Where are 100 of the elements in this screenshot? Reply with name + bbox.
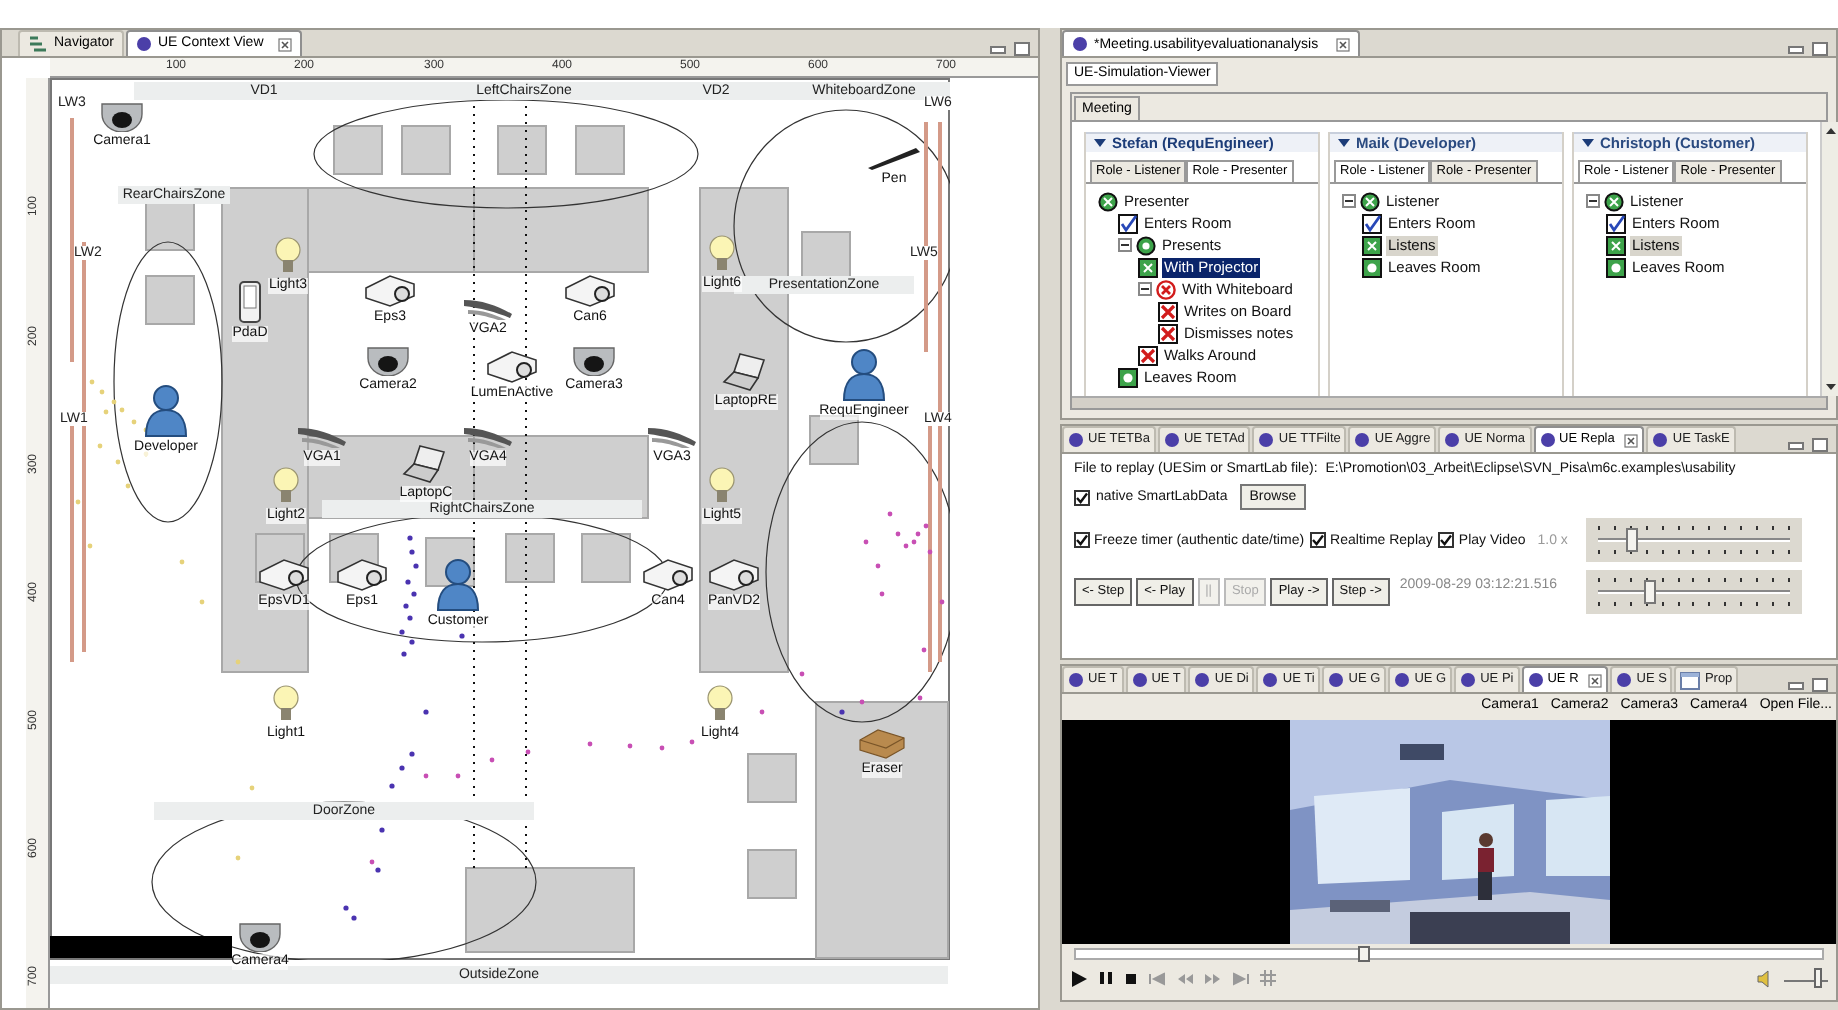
slider[interactable] (1586, 570, 1802, 614)
collapse-icon[interactable] (1342, 194, 1356, 208)
view-icon (1539, 432, 1556, 448)
view-icon (1262, 672, 1279, 688)
pause-icon[interactable] (1098, 970, 1114, 986)
checked-task-icon (1362, 213, 1382, 233)
view-icon (1072, 36, 1088, 52)
light-bulb-icon (274, 236, 302, 276)
maximize-icon[interactable] (1812, 678, 1828, 692)
view-icon (1131, 672, 1148, 688)
stop-icon[interactable] (1124, 971, 1138, 985)
checkbox[interactable] (1310, 532, 1327, 548)
failed-task-icon (1158, 323, 1178, 343)
chair (505, 533, 555, 583)
cable-icon (296, 424, 348, 448)
laptop-icon (402, 444, 450, 484)
navigator-icon (28, 36, 48, 52)
light-bulb-icon (706, 684, 734, 724)
projector-icon (362, 272, 418, 308)
properties-icon (1680, 671, 1701, 689)
vertical-scrollbar[interactable] (1820, 122, 1838, 396)
person-icon (842, 348, 886, 402)
view-icon (1194, 672, 1211, 688)
running-task-icon (1362, 235, 1382, 255)
view-icon (135, 36, 152, 52)
view-icon (1460, 672, 1477, 688)
minimize-icon[interactable] (1788, 43, 1804, 55)
failed-group-icon (1156, 279, 1176, 299)
view-icon (1163, 432, 1180, 448)
failed-task-icon (1158, 301, 1178, 321)
checkbox[interactable] (1074, 532, 1090, 548)
chair (145, 201, 195, 251)
seek-thumb[interactable] (1357, 946, 1370, 962)
light-bulb-icon (272, 466, 300, 506)
checkbox[interactable] (1074, 489, 1090, 505)
collapse-icon[interactable] (1138, 282, 1152, 296)
slider-thumb[interactable] (1643, 580, 1655, 604)
projector-icon (562, 272, 618, 308)
view-icon (1068, 672, 1084, 688)
cable-icon (462, 424, 514, 448)
slider-thumb[interactable] (1625, 528, 1637, 552)
check-icon (1440, 534, 1453, 546)
running-task-icon (1606, 235, 1626, 255)
speaker-icon[interactable] (1756, 969, 1774, 987)
volume-slider[interactable] (1784, 968, 1828, 988)
projector-icon (334, 556, 390, 592)
projector-icon (706, 556, 762, 592)
projector-icon (484, 348, 540, 384)
minimize-icon[interactable] (1788, 679, 1804, 691)
close-icon[interactable] (1336, 37, 1351, 51)
collapse-icon[interactable] (1338, 138, 1350, 148)
minimize-icon[interactable] (990, 43, 1006, 55)
maximize-icon[interactable] (1812, 438, 1828, 452)
chair (575, 125, 625, 175)
chair (809, 415, 859, 465)
role-icon (1098, 191, 1118, 211)
volume-thumb[interactable] (1814, 968, 1823, 988)
view-icon (1394, 672, 1411, 688)
view-icon (1616, 672, 1633, 688)
slider[interactable] (1586, 518, 1802, 562)
projector-icon (256, 556, 312, 592)
close-icon[interactable] (1588, 673, 1603, 687)
person-icon (144, 384, 188, 438)
check-icon (1312, 534, 1325, 546)
chair (747, 849, 797, 899)
collapse-icon[interactable] (1094, 138, 1106, 148)
collapse-icon[interactable] (1582, 138, 1594, 148)
close-icon[interactable] (1624, 433, 1639, 447)
light-bulb-icon (708, 234, 736, 274)
view-icon (1527, 672, 1544, 688)
chair (333, 125, 383, 175)
pen-icon (866, 146, 922, 170)
final-task-icon (1362, 257, 1382, 277)
view-icon (1258, 432, 1275, 448)
check-icon (1076, 491, 1088, 503)
horizontal-scrollbar[interactable] (1072, 396, 1826, 408)
minimize-icon[interactable] (1788, 439, 1804, 451)
role-icon (1604, 191, 1624, 211)
final-task-icon (1118, 367, 1138, 387)
view-icon (1444, 432, 1461, 448)
play-icon[interactable] (1070, 969, 1088, 987)
maximize-icon[interactable] (1812, 42, 1828, 56)
role-icon (1360, 191, 1380, 211)
chair (801, 231, 851, 281)
view-icon (1328, 672, 1345, 688)
view-icon (1068, 432, 1084, 448)
person-icon (436, 558, 480, 612)
collapse-icon[interactable] (1586, 194, 1600, 208)
checkbox[interactable] (1438, 532, 1455, 548)
eraser-icon (858, 728, 906, 760)
cable-icon (462, 296, 514, 320)
collapse-icon[interactable] (1118, 238, 1132, 252)
maximize-icon[interactable] (1014, 42, 1030, 56)
running-task-icon (1138, 257, 1158, 277)
close-icon[interactable] (277, 37, 292, 51)
light-bulb-icon (708, 466, 736, 506)
chair (145, 275, 195, 325)
chair (497, 125, 547, 175)
checked-task-icon (1606, 213, 1626, 233)
handheld-icon (238, 280, 262, 324)
